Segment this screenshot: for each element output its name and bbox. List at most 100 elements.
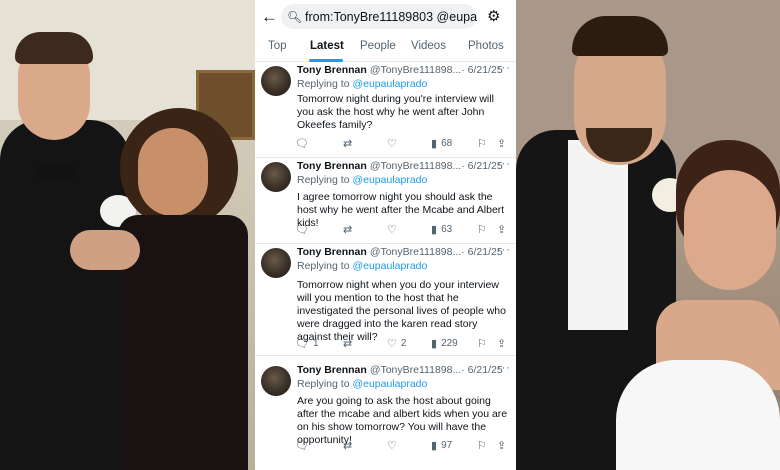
reply-count: 1 [312, 337, 319, 349]
share-icon: ⇪ [497, 223, 507, 236]
more-options-icon[interactable]: ··· [497, 244, 511, 256]
replying-label: Replying to [297, 78, 350, 90]
tab-latest[interactable]: Latest [310, 40, 344, 52]
author-handle[interactable]: @TonyBre111898... [370, 364, 461, 376]
tweet-actions: 🗨︎ ⇄ ♡ ▮ 68 ⚐ ⇪ [295, 136, 513, 150]
replying-label: Replying to [297, 260, 350, 272]
replying-label: Replying to [297, 174, 350, 186]
replying-to: Replying to @eupaulaprado [297, 78, 427, 90]
share-button[interactable]: ⇪ [497, 336, 510, 350]
avatar[interactable] [261, 66, 291, 96]
views-button[interactable]: ▮ 63 [431, 222, 452, 236]
tab-photos[interactable]: Photos [468, 40, 504, 52]
share-button[interactable]: ⇪ [497, 136, 510, 150]
share-button[interactable]: ⇪ [497, 438, 510, 452]
more-options-icon[interactable]: ··· [497, 62, 511, 74]
view-count: 97 [441, 439, 453, 451]
bookmark-button[interactable]: ⚐ [477, 136, 491, 150]
more-options-icon[interactable]: ··· [497, 158, 511, 170]
bookmark-button[interactable]: ⚐ [477, 336, 491, 350]
mention-link[interactable]: @eupaulaprado [352, 174, 427, 186]
author-name[interactable]: Tony Brennan [297, 64, 367, 76]
tweet-header: Tony Brennan @TonyBre111898...· 6/21/25 ·… [297, 158, 511, 174]
bride-face [684, 170, 776, 290]
like-button[interactable]: ♡ [387, 222, 401, 236]
reply-icon: 🗨︎ [295, 137, 309, 150]
more-options-icon[interactable]: ··· [497, 362, 511, 374]
share-button[interactable]: ⇪ [497, 222, 510, 236]
bookmark-icon: ⚐ [477, 439, 487, 452]
avatar[interactable] [261, 162, 291, 192]
reply-button[interactable]: 🗨︎ 1 [295, 336, 319, 350]
hands [70, 230, 140, 270]
reply-button[interactable]: 🗨︎ [295, 438, 313, 452]
share-icon: ⇪ [497, 137, 507, 150]
retweet-button[interactable]: ⇄ [343, 336, 356, 350]
search-icon: 🔍︎ [287, 9, 303, 24]
mention-link[interactable]: @eupaulaprado [352, 78, 427, 90]
tweet-item[interactable]: Tony Brennan @TonyBre111898...· 6/21/25 ·… [255, 158, 516, 244]
top-bar: ← 🔍︎ from:TonyBre11189803 @eupa... ⚙ [255, 0, 516, 36]
filter-sliders-icon[interactable]: ⚙ [487, 8, 505, 26]
tweet-item[interactable]: Tony Brennan @TonyBre111898...· 6/21/25 ·… [255, 356, 516, 470]
author-handle[interactable]: @TonyBre111898... [370, 160, 461, 172]
tweet-item[interactable]: Tony Brennan @TonyBre111898...· 6/21/25 ·… [255, 62, 516, 158]
author-name[interactable]: Tony Brennan [297, 160, 367, 172]
mention-link[interactable]: @eupaulaprado [352, 260, 427, 272]
groom-hair [572, 16, 668, 56]
like-button[interactable]: ♡ [387, 438, 401, 452]
heart-icon: ♡ [387, 223, 397, 236]
avatar[interactable] [261, 366, 291, 396]
tweet-item[interactable]: Tony Brennan @TonyBre111898...· 6/21/25 ·… [255, 244, 516, 356]
view-count: 229 [441, 337, 458, 349]
like-count: 2 [400, 337, 407, 349]
groom-shirt [568, 140, 628, 330]
like-button[interactable]: ♡ [387, 136, 401, 150]
author-name[interactable]: Tony Brennan [297, 246, 367, 258]
bookmark-icon: ⚐ [477, 223, 487, 236]
tab-people[interactable]: People [360, 40, 396, 52]
view-count: 63 [441, 223, 453, 235]
views-button[interactable]: ▮ 229 [431, 336, 458, 350]
share-icon: ⇪ [497, 439, 507, 452]
retweet-icon: ⇄ [343, 439, 353, 452]
bar-chart-icon: ▮ [431, 137, 438, 150]
reply-icon: 🗨︎ [295, 337, 309, 350]
views-button[interactable]: ▮ 97 [431, 438, 452, 452]
author-handle[interactable]: @TonyBre111898... [370, 64, 461, 76]
replying-to: Replying to @eupaulaprado [297, 260, 427, 272]
bride-dress [616, 360, 780, 470]
retweet-button[interactable]: ⇄ [343, 222, 356, 236]
author-name[interactable]: Tony Brennan [297, 364, 367, 376]
reply-button[interactable]: 🗨︎ [295, 136, 313, 150]
search-box[interactable]: 🔍︎ from:TonyBre11189803 @eupa... [281, 4, 477, 29]
woman-face [138, 128, 208, 216]
views-button[interactable]: ▮ 68 [431, 136, 452, 150]
replying-to: Replying to @eupaulaprado [297, 174, 427, 186]
replying-label: Replying to [297, 378, 350, 390]
right-photo [516, 0, 780, 470]
like-button[interactable]: ♡ 2 [387, 336, 406, 350]
avatar[interactable] [261, 248, 291, 278]
bookmark-button[interactable]: ⚐ [477, 438, 491, 452]
tweet-search-screen: ← 🔍︎ from:TonyBre11189803 @eupa... ⚙ Top… [255, 0, 516, 470]
tweet-header: Tony Brennan @TonyBre111898...· 6/21/25 ·… [297, 362, 511, 378]
tab-top[interactable]: Top [268, 40, 287, 52]
share-icon: ⇪ [497, 337, 507, 350]
heart-icon: ♡ [387, 137, 397, 150]
mention-link[interactable]: @eupaulaprado [352, 378, 427, 390]
man-hair [15, 32, 93, 64]
retweet-icon: ⇄ [343, 337, 353, 350]
back-arrow-icon[interactable]: ← [261, 8, 279, 26]
search-query[interactable]: from:TonyBre11189803 @eupa... [305, 10, 477, 24]
retweet-button[interactable]: ⇄ [343, 438, 356, 452]
tab-videos[interactable]: Videos [411, 40, 446, 52]
author-handle[interactable]: @TonyBre111898... [370, 246, 461, 258]
tweet-text: Tomorrow night when you do your intervie… [297, 279, 506, 343]
reply-button[interactable]: 🗨︎ [295, 222, 313, 236]
retweet-button[interactable]: ⇄ [343, 136, 356, 150]
bookmark-icon: ⚐ [477, 337, 487, 350]
search-tabs: Top Latest People Videos Photos [255, 36, 516, 62]
bookmark-button[interactable]: ⚐ [477, 222, 491, 236]
view-count: 68 [441, 137, 453, 149]
